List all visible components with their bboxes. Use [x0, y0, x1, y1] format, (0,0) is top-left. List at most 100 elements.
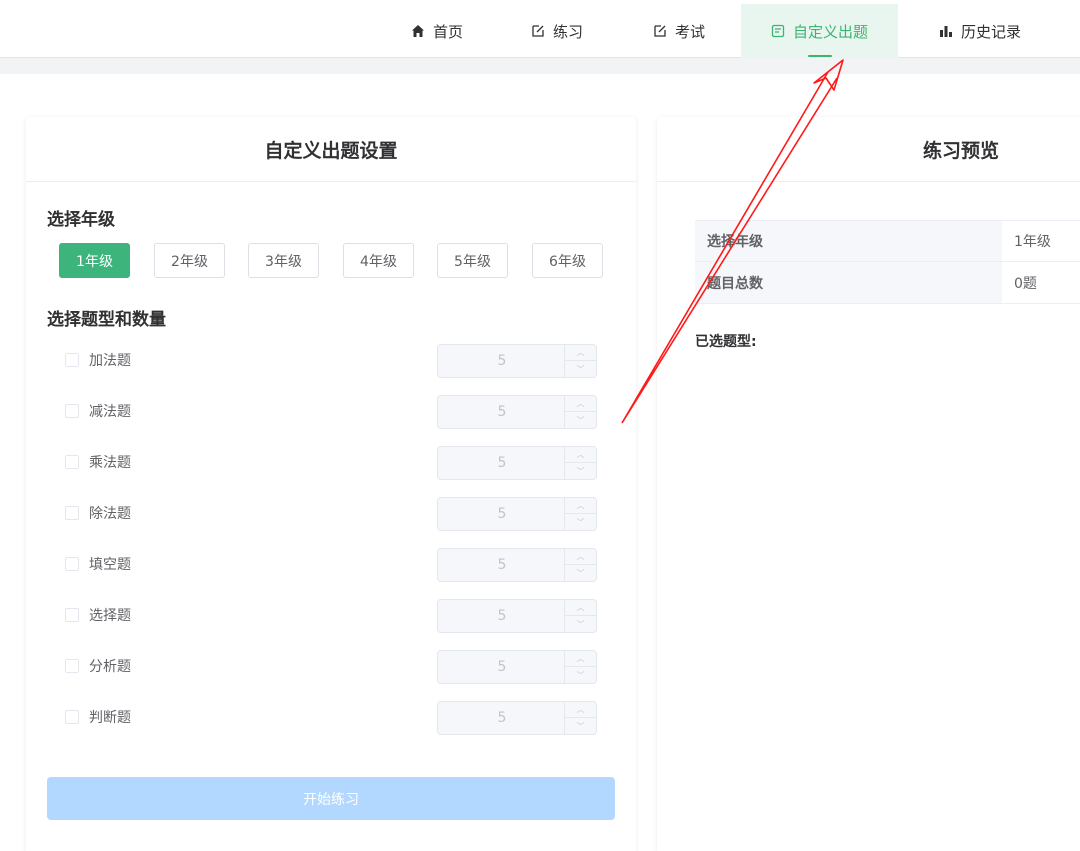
chevron-down-icon[interactable]: ﹀ — [565, 463, 596, 479]
bar-chart-icon — [939, 24, 953, 38]
type-checkbox[interactable] — [65, 608, 79, 622]
type-label: 填空题 — [89, 557, 131, 573]
type-label: 分析题 — [89, 659, 131, 675]
grade-section-title: 选择年级 — [47, 210, 115, 230]
quantity-value: 5 — [497, 404, 507, 420]
question-type-row: 除法题 5 ︿ ﹀ — [65, 497, 597, 531]
nav-item-label: 考试 — [674, 22, 705, 41]
stepper-controls: ︿ ﹀ — [564, 447, 596, 479]
stepper-controls: ︿ ﹀ — [564, 702, 596, 734]
preview-table: 选择年级 1年级 题目总数 0题 — [695, 220, 1080, 304]
settings-title: 自定义出题设置 — [26, 117, 636, 182]
preview-row: 题目总数 0题 — [695, 262, 1080, 304]
question-type-row: 加法题 5 ︿ ﹀ — [65, 344, 597, 378]
preview-row: 选择年级 1年级 — [695, 220, 1080, 262]
grade-button-6[interactable]: 6年级 — [532, 243, 603, 278]
type-label: 减法题 — [89, 404, 131, 420]
question-type-row: 乘法题 5 ︿ ﹀ — [65, 446, 597, 480]
edit-icon — [531, 24, 545, 38]
chevron-up-icon[interactable]: ︿ — [565, 396, 596, 412]
grade-button-2[interactable]: 2年级 — [154, 243, 225, 278]
preview-title: 练习预览 — [657, 117, 1080, 182]
top-navigation-bar: 首页 练习 考试 自定义出题 历史记录 — [0, 0, 1080, 58]
quantity-stepper[interactable]: 5 ︿ ﹀ — [437, 497, 597, 531]
home-icon — [411, 24, 425, 38]
question-type-row: 分析题 5 ︿ ﹀ — [65, 650, 597, 684]
selected-types-label: 已选题型: — [695, 334, 757, 350]
chevron-up-icon[interactable]: ︿ — [565, 549, 596, 565]
quantity-stepper[interactable]: 5 ︿ ﹀ — [437, 344, 597, 378]
type-label: 判断题 — [89, 710, 131, 726]
grade-button-4[interactable]: 4年级 — [343, 243, 414, 278]
type-checkbox[interactable] — [65, 455, 79, 469]
type-label: 加法题 — [89, 353, 131, 369]
type-checkbox[interactable] — [65, 710, 79, 724]
nav-item-exam[interactable]: 考试 — [634, 4, 724, 58]
chevron-down-icon[interactable]: ﹀ — [565, 565, 596, 581]
header-divider — [0, 58, 1080, 74]
nav-item-label: 历史记录 — [960, 22, 1021, 41]
chevron-up-icon[interactable]: ︿ — [565, 651, 596, 667]
quantity-value: 5 — [497, 608, 507, 624]
nav-item-custom-questions[interactable]: 自定义出题 — [741, 4, 898, 58]
stepper-controls: ︿ ﹀ — [564, 396, 596, 428]
chevron-down-icon[interactable]: ﹀ — [565, 616, 596, 632]
chevron-up-icon[interactable]: ︿ — [565, 447, 596, 463]
types-section-title: 选择题型和数量 — [47, 310, 166, 330]
nav-item-history[interactable]: 历史记录 — [920, 4, 1040, 58]
quantity-value: 5 — [497, 659, 507, 675]
quantity-stepper[interactable]: 5 ︿ ﹀ — [437, 395, 597, 429]
type-label: 乘法题 — [89, 455, 131, 471]
chevron-down-icon[interactable]: ﹀ — [565, 361, 596, 377]
type-checkbox[interactable] — [65, 353, 79, 367]
preview-value: 1年级 — [1014, 234, 1051, 250]
quantity-value: 5 — [497, 353, 507, 369]
document-icon — [771, 24, 785, 38]
chevron-down-icon[interactable]: ﹀ — [565, 412, 596, 428]
type-label: 除法题 — [89, 506, 131, 522]
nav-item-label: 自定义出题 — [792, 22, 868, 41]
chevron-up-icon[interactable]: ︿ — [565, 498, 596, 514]
type-checkbox[interactable] — [65, 506, 79, 520]
settings-card: 自定义出题设置 选择年级 1年级 2年级 3年级 4年级 5年级 6年级 选择题… — [26, 117, 636, 851]
stepper-controls: ︿ ﹀ — [564, 345, 596, 377]
type-checkbox[interactable] — [65, 557, 79, 571]
nav-item-label: 练习 — [552, 22, 583, 41]
grade-button-5[interactable]: 5年级 — [437, 243, 508, 278]
nav-item-label: 首页 — [432, 22, 463, 41]
main-nav: 首页 练习 考试 自定义出题 历史记录 — [0, 0, 1080, 58]
stepper-controls: ︿ ﹀ — [564, 600, 596, 632]
question-type-row: 减法题 5 ︿ ﹀ — [65, 395, 597, 429]
question-type-row: 判断题 5 ︿ ﹀ — [65, 701, 597, 735]
nav-item-practice[interactable]: 练习 — [512, 4, 602, 58]
nav-item-home[interactable]: 首页 — [392, 4, 482, 58]
stepper-controls: ︿ ﹀ — [564, 498, 596, 530]
stepper-controls: ︿ ﹀ — [564, 651, 596, 683]
edit-icon — [653, 24, 667, 38]
question-type-row: 选择题 5 ︿ ﹀ — [65, 599, 597, 633]
grade-button-3[interactable]: 3年级 — [248, 243, 319, 278]
chevron-down-icon[interactable]: ﹀ — [565, 667, 596, 683]
quantity-value: 5 — [497, 455, 507, 471]
preview-key: 选择年级 — [695, 221, 1002, 261]
type-checkbox[interactable] — [65, 659, 79, 673]
quantity-value: 5 — [497, 506, 507, 522]
chevron-up-icon[interactable]: ︿ — [565, 702, 596, 718]
chevron-up-icon[interactable]: ︿ — [565, 600, 596, 616]
chevron-down-icon[interactable]: ﹀ — [565, 514, 596, 530]
preview-card: 练习预览 选择年级 1年级 题目总数 0题 已选题型: — [657, 117, 1080, 851]
quantity-stepper[interactable]: 5 ︿ ﹀ — [437, 446, 597, 480]
quantity-stepper[interactable]: 5 ︿ ﹀ — [437, 548, 597, 582]
question-type-row: 填空题 5 ︿ ﹀ — [65, 548, 597, 582]
quantity-stepper[interactable]: 5 ︿ ﹀ — [437, 599, 597, 633]
quantity-value: 5 — [497, 710, 507, 726]
quantity-stepper[interactable]: 5 ︿ ﹀ — [437, 650, 597, 684]
type-checkbox[interactable] — [65, 404, 79, 418]
start-practice-button[interactable]: 开始练习 — [47, 777, 615, 820]
type-label: 选择题 — [89, 608, 131, 624]
grade-selector: 1年级 2年级 3年级 4年级 5年级 6年级 — [59, 243, 604, 278]
quantity-stepper[interactable]: 5 ︿ ﹀ — [437, 701, 597, 735]
chevron-up-icon[interactable]: ︿ — [565, 345, 596, 361]
grade-button-1[interactable]: 1年级 — [59, 243, 130, 278]
chevron-down-icon[interactable]: ﹀ — [565, 718, 596, 734]
